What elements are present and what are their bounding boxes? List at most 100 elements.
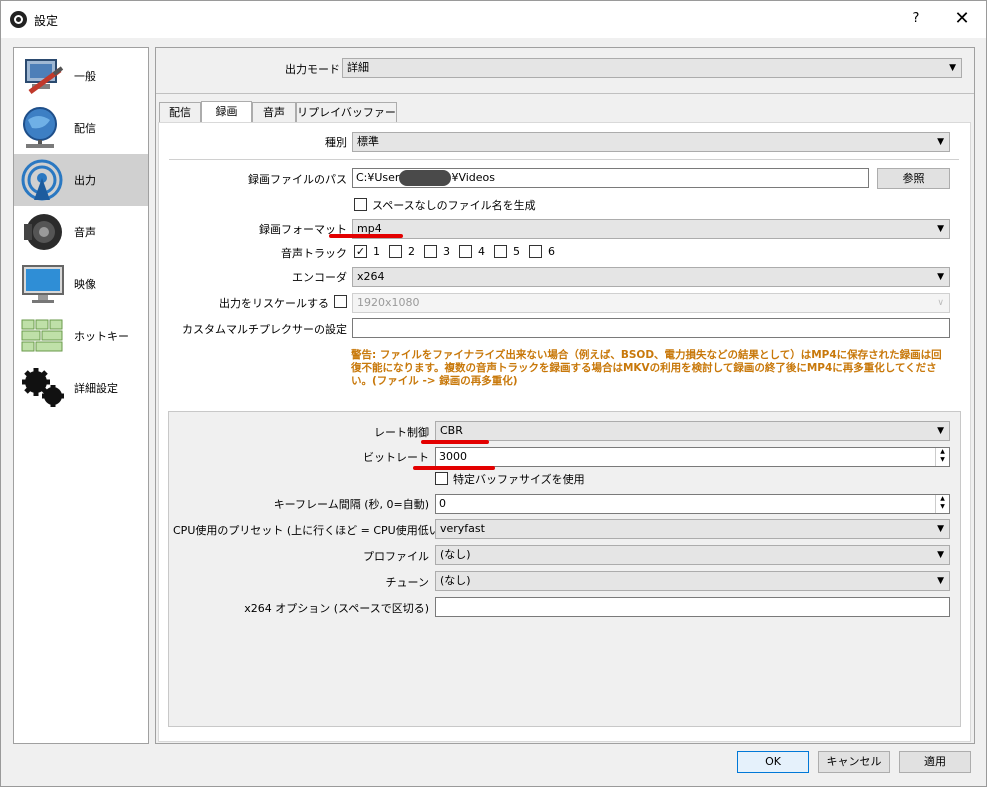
chevron-down-icon: ▼ — [937, 524, 944, 534]
tab-audio[interactable]: 音声 — [252, 102, 296, 123]
output-mode-select[interactable]: 詳細 ▼ — [342, 58, 962, 78]
buffer-size-label: 特定バッファサイズを使用 — [453, 473, 585, 486]
chevron-down-icon: ▼ — [949, 63, 956, 73]
divider — [169, 159, 959, 160]
general-icon — [25, 59, 64, 95]
ok-button[interactable]: OK — [737, 751, 809, 773]
chevron-down-icon: ▼ — [937, 426, 944, 436]
close-button[interactable]: ✕ — [943, 4, 981, 34]
keyframe-label: キーフレーム間隔 (秒, 0=自動) — [273, 498, 429, 511]
encoder-label: エンコーダ — [292, 271, 347, 284]
sidebar-item-label: 一般 — [74, 70, 96, 83]
track-5-checkbox[interactable] — [494, 245, 507, 258]
rescale-label: 出力をリスケールする — [219, 297, 329, 310]
track-4-checkbox[interactable] — [459, 245, 472, 258]
video-icon — [22, 265, 64, 303]
sidebar-item-label: ホットキー — [74, 330, 129, 343]
track-1-label: 1 — [373, 245, 380, 258]
sidebar-item-label: 配信 — [74, 122, 96, 135]
chevron-down-icon: ▼ — [937, 576, 944, 586]
bitrate-label: ビットレート — [363, 451, 429, 464]
profile-label: プロファイル — [363, 550, 429, 563]
tab-recording[interactable]: 録画 — [201, 101, 252, 123]
sidebar-item-label: 映像 — [74, 278, 96, 291]
buffer-size-checkbox[interactable] — [435, 472, 448, 485]
type-select[interactable]: 標準 ▼ — [352, 132, 950, 152]
tune-select[interactable]: (なし) ▼ — [435, 571, 950, 591]
track-5-label: 5 — [513, 245, 520, 258]
sidebar-item-advanced[interactable]: 詳細設定 — [14, 362, 148, 414]
annotation-underline — [421, 440, 489, 444]
sidebar-item-output[interactable]: 出力 — [14, 154, 148, 206]
keyframe-input[interactable]: 0 ▲ ▼ — [435, 494, 950, 514]
settings-main-panel: 出力モード 詳細 ▼ 配信 録画 音声 リプレイバッファー 種別 標準 ▼ 録画… — [155, 47, 975, 744]
redacted-username — [399, 170, 452, 186]
tune-label: チューン — [385, 576, 429, 589]
rate-control-select[interactable]: CBR ▼ — [435, 421, 950, 441]
tab-stream[interactable]: 配信 — [159, 102, 201, 123]
apply-button[interactable]: 適用 — [899, 751, 971, 773]
x264-options-label: x264 オプション (スペースで区切る) — [244, 602, 429, 615]
obs-logo-icon — [10, 11, 27, 28]
help-button[interactable]: ? — [901, 4, 931, 34]
settings-sidebar: 一般 配信 出力 音声 映像 ホットキー 詳細設定 — [13, 47, 149, 744]
output-mode-row: 出力モード 詳細 ▼ — [156, 48, 974, 94]
stream-icon — [23, 107, 57, 148]
sidebar-item-stream[interactable]: 配信 — [14, 102, 148, 154]
format-label: 録画フォーマット — [259, 223, 347, 236]
tab-replay-buffer[interactable]: リプレイバッファー — [296, 102, 397, 123]
annotation-underline — [413, 466, 495, 470]
x264-options-input[interactable] — [435, 597, 950, 617]
track-2-label: 2 — [408, 245, 415, 258]
chevron-down-icon: ∨ — [937, 298, 944, 308]
encoder-settings-group: レート制御 CBR ▼ ビットレート 3000 ▲ ▼ 特定バッファサイズを使用 … — [168, 411, 961, 727]
no-space-checkbox[interactable] — [354, 198, 367, 211]
preset-select[interactable]: veryfast ▼ — [435, 519, 950, 539]
track-3-label: 3 — [443, 245, 450, 258]
track-2-checkbox[interactable] — [389, 245, 402, 258]
audio-icon — [24, 214, 62, 250]
sidebar-item-label: 出力 — [74, 174, 96, 187]
rescale-select[interactable]: 1920x1080 ∨ — [352, 293, 950, 313]
track-3-checkbox[interactable] — [424, 245, 437, 258]
audio-tracks-label: 音声トラック — [281, 247, 347, 260]
chevron-down-icon: ▼ — [937, 272, 944, 282]
path-label: 録画ファイルのパス — [248, 173, 347, 186]
browse-button[interactable]: 参照 — [877, 168, 950, 189]
no-space-label: スペースなしのファイル名を生成 — [372, 199, 536, 212]
chevron-down-icon: ▼ — [937, 550, 944, 560]
track-6-checkbox[interactable] — [529, 245, 542, 258]
type-label: 種別 — [325, 136, 347, 149]
sidebar-item-label: 音声 — [74, 226, 96, 239]
sidebar-item-video[interactable]: 映像 — [14, 258, 148, 310]
profile-select[interactable]: (なし) ▼ — [435, 545, 950, 565]
annotation-underline — [329, 234, 403, 238]
output-mode-label: 出力モード — [285, 63, 340, 76]
bitrate-input[interactable]: 3000 ▲ ▼ — [435, 447, 950, 467]
muxer-label: カスタムマルチプレクサーの設定 — [182, 323, 347, 336]
recording-tab-panel: 種別 標準 ▼ 録画ファイルのパス C:¥User ¥Videos 参照 スペース… — [158, 122, 971, 742]
recording-warning-text: 警告: ファイルをファイナライズ出来ない場合（例えば、BSOD、電力損失などの結… — [351, 349, 942, 387]
preset-label: CPU使用のプリセット (上に行くほど = CPU使用低い) — [173, 524, 445, 537]
format-select[interactable]: mp4 ▼ — [352, 219, 950, 239]
window-title: 設定 — [34, 14, 59, 28]
spinner-arrows-icon[interactable]: ▲ ▼ — [935, 495, 949, 513]
sidebar-item-general[interactable]: 一般 — [14, 50, 148, 102]
track-1-checkbox[interactable]: ✓ — [354, 245, 367, 258]
hotkeys-icon — [21, 319, 63, 352]
recording-path-input[interactable]: C:¥User ¥Videos — [352, 168, 869, 188]
chevron-down-icon: ▼ — [937, 224, 944, 234]
sidebar-item-label: 詳細設定 — [74, 382, 118, 395]
sidebar-item-hotkeys[interactable]: ホットキー — [14, 310, 148, 362]
spinner-arrows-icon[interactable]: ▲ ▼ — [935, 448, 949, 466]
cancel-button[interactable]: キャンセル — [818, 751, 890, 773]
encoder-select[interactable]: x264 ▼ — [352, 267, 950, 287]
title-bar: 設定 ? ✕ — [1, 1, 986, 38]
advanced-icon — [22, 368, 64, 407]
track-6-label: 6 — [548, 245, 555, 258]
rate-control-label: レート制御 — [374, 426, 429, 439]
muxer-input[interactable] — [352, 318, 950, 338]
rescale-checkbox[interactable] — [334, 295, 347, 308]
chevron-down-icon: ▼ — [937, 137, 944, 147]
sidebar-item-audio[interactable]: 音声 — [14, 206, 148, 258]
